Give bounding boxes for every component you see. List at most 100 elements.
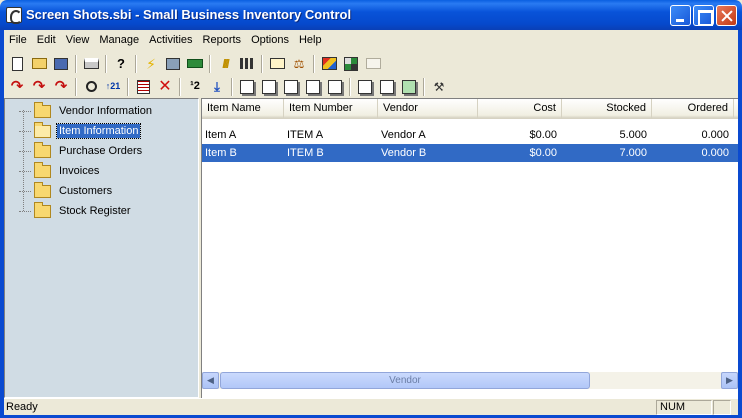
numbering-icon[interactable]: ¹2 (184, 76, 206, 98)
window-frame-right (738, 30, 742, 418)
cell-cost: $0.00 (529, 147, 557, 159)
close-button[interactable] (716, 5, 737, 26)
magnifier-icon[interactable] (80, 76, 102, 98)
scroll-thumb[interactable]: Vendor (220, 372, 590, 389)
tree-item-label: Invoices (59, 165, 100, 177)
red-arrow-edit-icon[interactable]: ↷ (50, 76, 72, 98)
column-header-item-name[interactable]: Item Name (202, 99, 284, 119)
horizontal-scrollbar[interactable]: ◀ Vendor ▶ (202, 372, 738, 389)
page5-icon[interactable] (324, 76, 346, 98)
title-bar[interactable]: Screen Shots.sbi - Small Business Invent… (0, 0, 742, 30)
tree-item-vendor-information[interactable]: Vendor Information (19, 101, 154, 121)
toolbar-separator (313, 54, 315, 73)
tree-item-label: Vendor Information (59, 105, 152, 117)
column-header-cost[interactable]: Cost (478, 99, 562, 119)
column-header-stocked[interactable]: Stocked (562, 99, 652, 119)
help-question-icon[interactable]: ? (110, 53, 132, 75)
item-list[interactable]: Item Name Item Number Vendor Cost Stocke… (201, 98, 738, 398)
folder-icon (34, 101, 51, 118)
folder-icon (34, 181, 51, 198)
truck-icon[interactable] (162, 53, 184, 75)
print-icon[interactable] (80, 53, 102, 75)
envelope-icon[interactable] (266, 53, 288, 75)
tree-item-item-information[interactable]: Item Information (19, 121, 142, 141)
page8-icon[interactable] (398, 76, 420, 98)
menu-bar: File Edit View Manage Activities Reports… (4, 30, 738, 49)
tree-item-customers[interactable]: Customers (19, 181, 114, 201)
column-header-item-number[interactable]: Item Number (284, 99, 378, 119)
app-icon[interactable] (6, 7, 22, 24)
tree-item-label: Purchase Orders (59, 145, 143, 157)
cell-item-name: Item B (205, 147, 237, 159)
sort-icon[interactable]: ↑21 (102, 76, 124, 98)
menu-activities[interactable]: Activities (144, 31, 197, 49)
page4-icon[interactable] (302, 76, 324, 98)
mosaic-icon[interactable] (340, 53, 362, 75)
toolbar-separator (179, 77, 181, 96)
page1-icon[interactable] (236, 76, 258, 98)
menu-file[interactable]: File (4, 31, 32, 49)
delete-x-icon[interactable]: ✕ (154, 76, 176, 98)
page6-icon[interactable] (354, 76, 376, 98)
tree-item-label: Item Information (55, 123, 142, 139)
tree-connector (19, 110, 31, 112)
menu-view[interactable]: View (61, 31, 95, 49)
num-lock-indicator: NUM (656, 400, 712, 415)
menu-reports[interactable]: Reports (198, 31, 247, 49)
toolbar-separator (261, 54, 263, 73)
folder-icon (34, 201, 51, 218)
status-bar: Ready NUM (4, 398, 738, 415)
page3-icon[interactable] (280, 76, 302, 98)
cell-cost: $0.00 (529, 129, 557, 141)
tree-item-invoices[interactable]: Invoices (19, 161, 101, 181)
grid-icon[interactable] (236, 53, 258, 75)
dashes-icon[interactable]: //// (214, 53, 236, 75)
table-row[interactable]: Item A ITEM A Vendor A $0.00 5.000 0.000 (202, 126, 738, 144)
cell-vendor: Vendor A (381, 129, 426, 141)
status-panel-empty (713, 400, 731, 415)
folder-icon (34, 161, 51, 178)
page7-icon[interactable] (376, 76, 398, 98)
cell-stocked: 5.000 (619, 129, 647, 141)
minimize-button[interactable] (670, 5, 691, 26)
toolbar-separator (209, 54, 211, 73)
menu-options[interactable]: Options (246, 31, 294, 49)
lightning-icon[interactable]: ⚡ (140, 53, 162, 75)
save-disk-icon[interactable] (50, 53, 72, 75)
open-folder-icon[interactable] (28, 53, 50, 75)
column-header-ordered[interactable]: Ordered (652, 99, 734, 119)
tree-item-stock-register[interactable]: Stock Register (19, 201, 133, 221)
tree-connector (19, 210, 31, 212)
navigation-tree[interactable]: Vendor Information Item Information Purc… (4, 98, 199, 398)
toolbar-separator (135, 54, 137, 73)
list-header: Item Name Item Number Vendor Cost Stocke… (202, 99, 738, 119)
cell-item-number: ITEM B (287, 147, 324, 159)
scroll-right-button[interactable]: ▶ (721, 372, 738, 389)
menu-edit[interactable]: Edit (32, 31, 61, 49)
tree-connector (19, 130, 31, 132)
tools-icon[interactable]: ⚒ (428, 76, 450, 98)
scroll-left-button[interactable]: ◀ (202, 372, 219, 389)
form-icon[interactable] (132, 76, 154, 98)
scale-icon[interactable]: ⚖ (288, 53, 310, 75)
status-text: Ready (6, 401, 38, 413)
column-header-vendor[interactable]: Vendor (378, 99, 478, 119)
toolbar-separator (231, 77, 233, 96)
maximize-button[interactable] (693, 5, 714, 26)
cell-stocked: 7.000 (619, 147, 647, 159)
menu-help[interactable]: Help (294, 31, 327, 49)
page2-icon[interactable] (258, 76, 280, 98)
scroll-thumb-label: Vendor (389, 375, 421, 386)
download-icon[interactable]: ⤓ (206, 76, 228, 98)
money-icon[interactable] (184, 53, 206, 75)
color-chart-icon[interactable] (318, 53, 340, 75)
menu-manage[interactable]: Manage (94, 31, 144, 49)
table-row-selected[interactable]: Item B ITEM B Vendor B $0.00 7.000 0.000 (202, 144, 738, 162)
chevron-left-icon: ◀ (207, 375, 214, 385)
red-arrow-icon[interactable]: ↷ (6, 76, 28, 98)
blank-card-icon[interactable] (362, 53, 384, 75)
tree-item-purchase-orders[interactable]: Purchase Orders (19, 141, 144, 161)
red-arrow-add-icon[interactable]: ↷ (28, 76, 50, 98)
new-doc-icon[interactable] (6, 53, 28, 75)
cell-vendor: Vendor B (381, 147, 427, 159)
